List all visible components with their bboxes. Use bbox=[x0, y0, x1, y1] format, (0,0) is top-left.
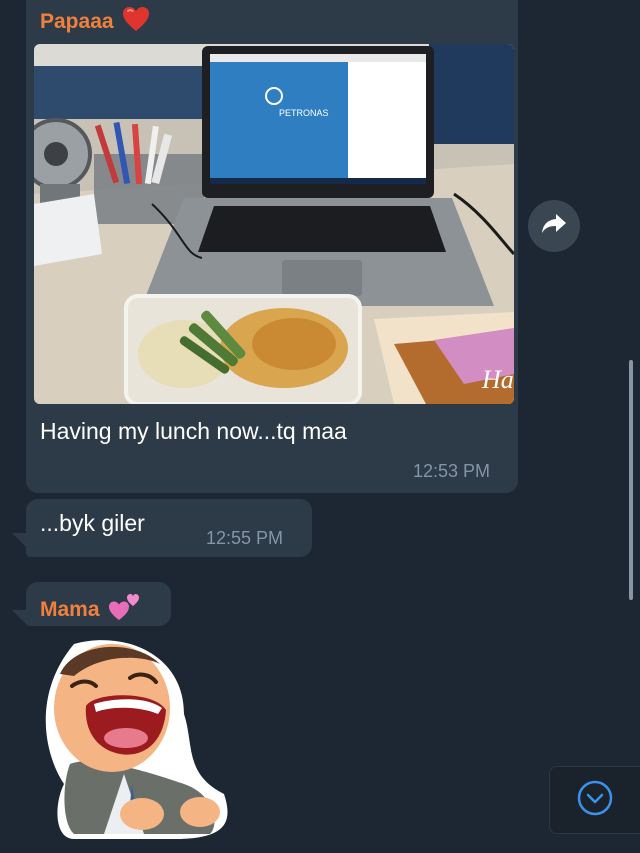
greeting-card: Ha bbox=[374, 312, 514, 404]
text-message-time: 12:55 PM bbox=[206, 528, 284, 548]
lunch-photo[interactable]: PETRONAS Ha bbox=[34, 44, 514, 404]
sender-name: Mama bbox=[40, 598, 100, 621]
laughing-man-sticker[interactable] bbox=[34, 634, 234, 844]
scrollbar[interactable] bbox=[629, 360, 633, 600]
svg-text:Ha: Ha bbox=[481, 365, 514, 394]
forward-button[interactable] bbox=[528, 200, 580, 252]
photo-caption: Having my lunch now...tq maa bbox=[40, 418, 347, 444]
lunch-container bbox=[124, 294, 362, 404]
photo-message-sender[interactable]: Papaaa bbox=[40, 6, 150, 38]
photo-message-time: 12:53 PM bbox=[413, 461, 491, 481]
chevron-down-icon bbox=[576, 779, 614, 822]
svg-text:PETRONAS: PETRONAS bbox=[279, 108, 329, 118]
two-hearts-icon bbox=[108, 592, 142, 628]
red-heart-icon bbox=[122, 6, 150, 38]
text-message-content: ...byk giler bbox=[40, 510, 145, 536]
scroll-down-button[interactable] bbox=[549, 766, 640, 834]
forward-arrow-icon bbox=[541, 213, 567, 240]
sticker-message-sender[interactable]: Mama bbox=[40, 592, 142, 628]
sender-name: Papaaa bbox=[40, 10, 114, 33]
